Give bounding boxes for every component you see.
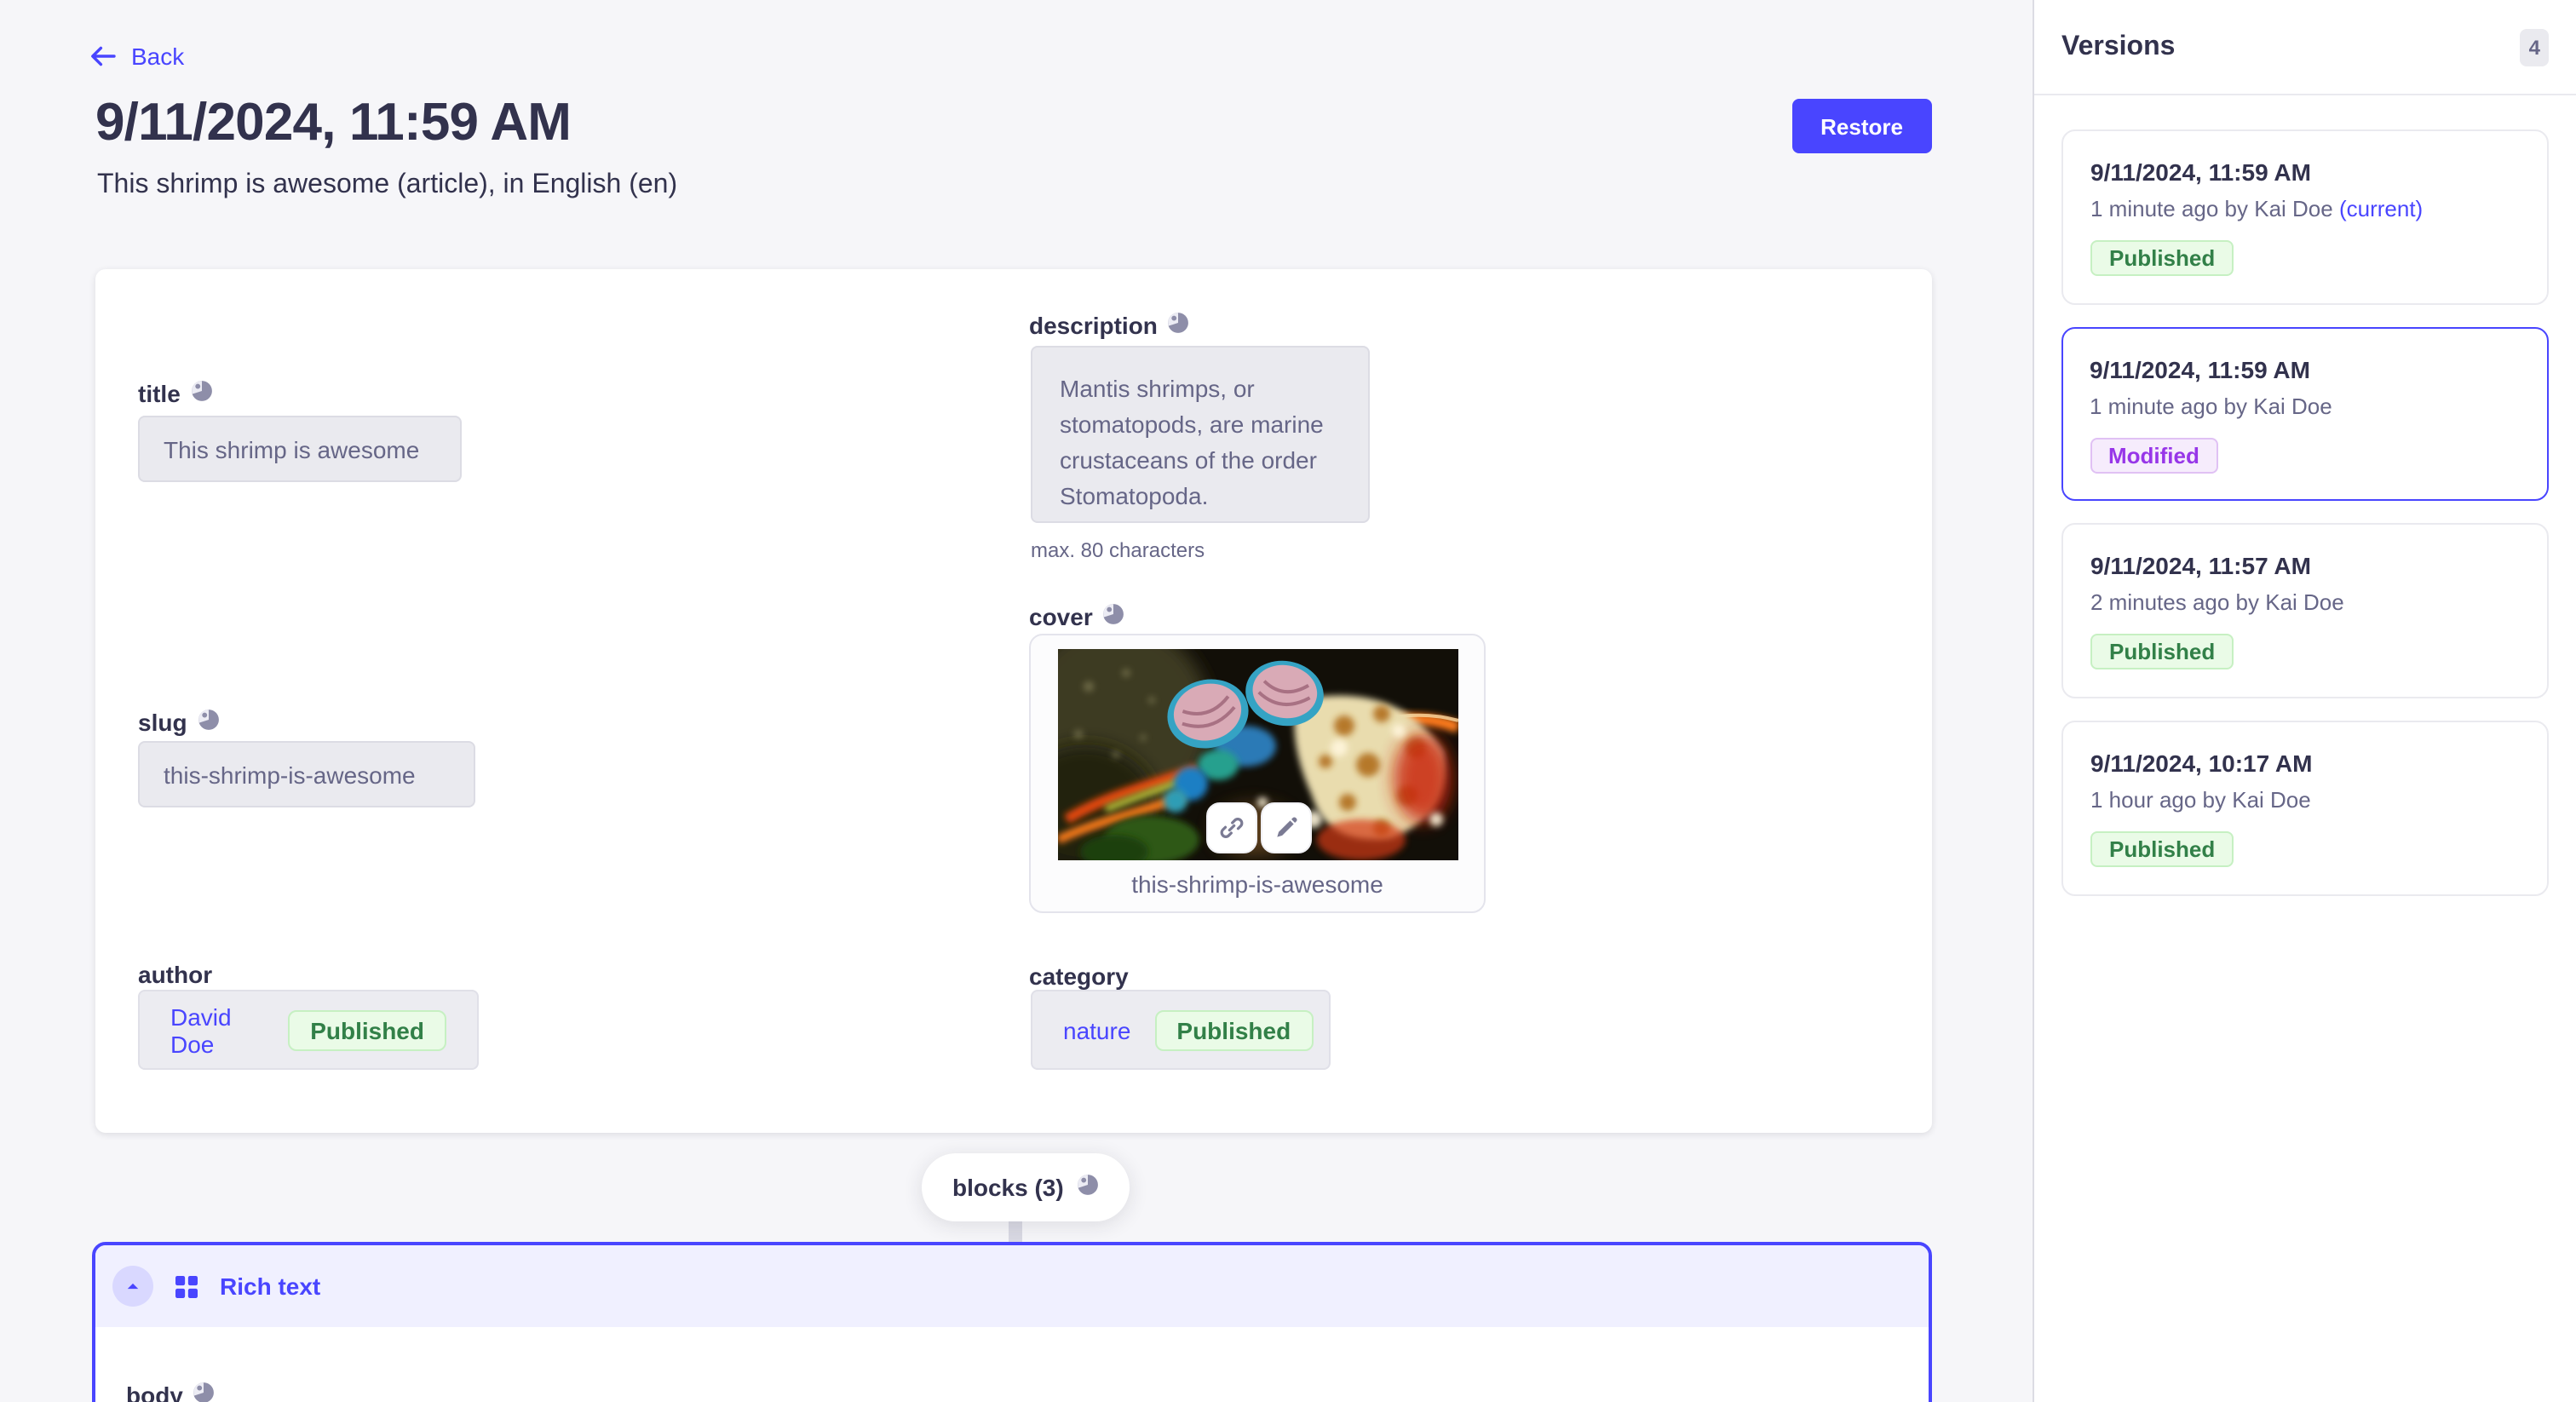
cover-media-card: this-shrimp-is-awesome xyxy=(1029,634,1486,913)
page-subtitle: This shrimp is awesome (article), in Eng… xyxy=(97,170,677,201)
globe-icon xyxy=(198,709,220,731)
link-icon xyxy=(1217,814,1245,842)
title-input: This shrimp is awesome xyxy=(138,416,462,482)
globe-icon xyxy=(1103,603,1125,625)
back-link[interactable]: Back xyxy=(89,43,184,70)
globe-icon xyxy=(1168,312,1190,339)
version-status-badge: Modified xyxy=(2090,437,2218,473)
title-label-text: title xyxy=(138,380,181,407)
version-meta: 1 minute ago by Kai Doe (current) xyxy=(2090,196,2520,221)
rich-text-title: Rich text xyxy=(220,1273,320,1300)
current-tag[interactable]: (current) xyxy=(2333,196,2423,221)
category-field-label: category xyxy=(1029,962,1129,990)
version-list: 9/11/2024, 11:59 AM 1 minute ago by Kai … xyxy=(2034,95,2576,930)
collapse-button[interactable] xyxy=(112,1266,153,1307)
globe-icon xyxy=(1168,312,1190,334)
author-relation: David Doe Published xyxy=(138,990,479,1070)
blocks-pill-label: blocks (3) xyxy=(952,1174,1064,1201)
versions-count-badge: 4 xyxy=(2521,28,2549,66)
pencil-icon xyxy=(1272,814,1299,842)
globe-icon xyxy=(1078,1174,1100,1196)
globe-icon xyxy=(193,1382,216,1402)
version-card[interactable]: 9/11/2024, 11:57 AM 2 minutes ago by Kai… xyxy=(2061,523,2549,698)
copy-link-button[interactable] xyxy=(1205,802,1256,853)
version-card[interactable]: 9/11/2024, 11:59 AM 1 minute ago by Kai … xyxy=(2061,129,2549,305)
slug-label-text: slug xyxy=(138,709,187,736)
version-date: 9/11/2024, 11:59 AM xyxy=(2090,158,2520,186)
author-link[interactable]: David Doe xyxy=(170,1003,264,1057)
cover-actions xyxy=(1205,802,1311,853)
versions-sidebar: Versions 4 9/11/2024, 11:59 AM 1 minute … xyxy=(2033,0,2576,1402)
version-date: 9/11/2024, 10:17 AM xyxy=(2090,750,2520,777)
description-label-text: description xyxy=(1029,312,1158,339)
body-field-label: body xyxy=(126,1382,1898,1402)
description-field-label: description xyxy=(1029,312,1190,339)
cover-filename: this-shrimp-is-awesome xyxy=(1031,871,1484,898)
arrow-left-icon xyxy=(89,43,118,70)
version-status-badge: Published xyxy=(2090,831,2234,867)
versions-heading: Versions xyxy=(2061,32,2175,62)
body-label-text: body xyxy=(126,1382,183,1402)
category-status-badge: Published xyxy=(1154,1009,1313,1050)
title-field-label: title xyxy=(138,380,213,407)
version-status-badge: Published xyxy=(2090,634,2234,669)
version-card-selected[interactable]: 9/11/2024, 11:59 AM 1 minute ago by Kai … xyxy=(2061,327,2549,501)
blocks-field-pill: blocks (3) xyxy=(922,1153,1130,1221)
description-textarea: Mantis shrimps, or stomatopods, are mari… xyxy=(1031,346,1370,523)
globe-icon xyxy=(191,380,213,402)
component-grid-icon xyxy=(175,1275,198,1297)
version-meta-text: 1 minute ago by Kai Doe xyxy=(2090,196,2333,221)
rich-text-block: Rich text body xyxy=(92,1242,1932,1402)
cover-field-label: cover xyxy=(1029,603,1125,630)
globe-icon xyxy=(1103,603,1125,630)
version-date: 9/11/2024, 11:57 AM xyxy=(2090,552,2520,579)
restore-button[interactable]: Restore xyxy=(1791,99,1932,153)
globe-icon xyxy=(193,1382,216,1402)
chevron-up-icon xyxy=(124,1278,141,1295)
author-field-label: author xyxy=(138,961,212,988)
author-label-text: author xyxy=(138,961,212,988)
globe-icon xyxy=(198,709,220,736)
version-meta: 1 hour ago by Kai Doe xyxy=(2090,787,2520,813)
category-link[interactable]: nature xyxy=(1063,1016,1130,1043)
versions-header: Versions 4 xyxy=(2034,0,2576,95)
entry-fields-card: title This shrimp is awesome description… xyxy=(95,269,1932,1133)
category-relation: nature Published xyxy=(1031,990,1331,1070)
cover-image xyxy=(1058,649,1458,860)
version-card[interactable]: 9/11/2024, 10:17 AM 1 hour ago by Kai Do… xyxy=(2061,721,2549,896)
back-label: Back xyxy=(131,43,184,70)
edit-cover-button[interactable] xyxy=(1260,802,1311,853)
globe-icon xyxy=(191,380,213,407)
description-hint: max. 80 characters xyxy=(1031,538,1205,562)
version-date: 9/11/2024, 11:59 AM xyxy=(2090,355,2521,382)
globe-icon xyxy=(1078,1174,1100,1201)
version-history-page: Back 9/11/2024, 11:59 AM This shrimp is … xyxy=(0,0,2576,1402)
version-meta: 2 minutes ago by Kai Doe xyxy=(2090,589,2520,615)
cover-label-text: cover xyxy=(1029,603,1093,630)
author-status-badge: Published xyxy=(288,1009,446,1050)
page-title: 9/11/2024, 11:59 AM xyxy=(95,92,571,153)
version-meta: 1 minute ago by Kai Doe xyxy=(2090,393,2521,418)
slug-input: this-shrimp-is-awesome xyxy=(138,741,475,807)
rich-text-header[interactable]: Rich text xyxy=(95,1245,1929,1327)
version-status-badge: Published xyxy=(2090,240,2234,276)
category-label-text: category xyxy=(1029,962,1129,990)
slug-field-label: slug xyxy=(138,709,220,736)
